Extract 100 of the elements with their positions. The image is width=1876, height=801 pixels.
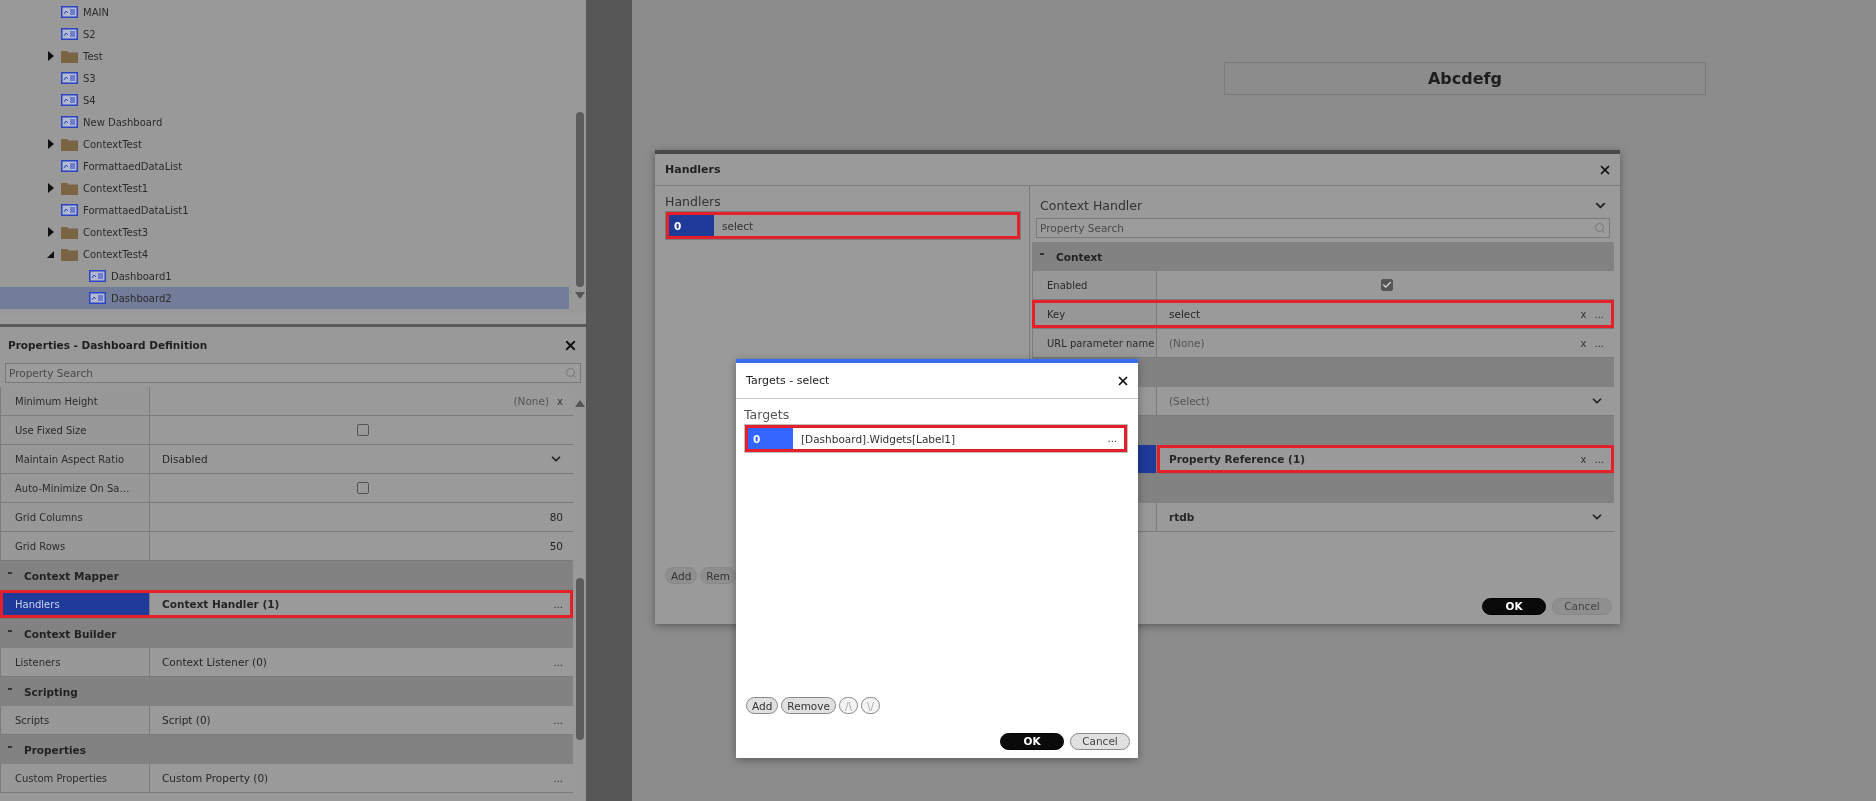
expand-icon[interactable] (46, 227, 56, 237)
tree-item[interactable]: S4 (0, 89, 569, 111)
dashboard-icon (61, 116, 78, 128)
list-button[interactable]: Add (665, 567, 698, 584)
more-button[interactable]: ... (553, 772, 563, 784)
property-label[interactable]: Auto-Minimize On Sa… (0, 474, 150, 502)
section-header[interactable]: Context Mapper (0, 561, 573, 590)
property-label[interactable]: Scripts (0, 706, 150, 734)
ok-button[interactable]: OK (1000, 732, 1064, 750)
search-field[interactable]: Property Search (5, 363, 581, 383)
tree-item[interactable]: FormattaedDataList1 (0, 199, 569, 221)
checkbox[interactable] (356, 424, 369, 436)
dialog-title: Handlers (665, 163, 721, 176)
property-label[interactable]: Grid Columns (0, 503, 150, 531)
tree-item[interactable]: ContextTest3 (0, 221, 569, 243)
collapse-icon[interactable] (46, 249, 56, 259)
dashboard-icon (61, 160, 78, 172)
property-label[interactable]: Grid Rows (0, 532, 150, 560)
tree-item[interactable]: ContextTest4 (0, 243, 569, 265)
expand-icon[interactable] (46, 139, 56, 149)
collapse-icon[interactable] (1040, 252, 1044, 255)
dialog-title: Targets - select (746, 374, 830, 387)
dashboard-icon (61, 204, 78, 216)
folder-icon (61, 247, 78, 261)
collapse-icon[interactable] (8, 687, 12, 690)
dashboard-icon (89, 270, 106, 282)
dashboard-icon (61, 28, 78, 40)
more-button[interactable]: ... (1107, 433, 1117, 444)
property-value: 50 (548, 540, 563, 552)
tree-item[interactable]: Test (0, 45, 569, 67)
more-button[interactable]: ... (1594, 308, 1604, 320)
tree-item[interactable]: S3 (0, 67, 569, 89)
list-title: Handlers (665, 194, 722, 209)
editor-title: Context Handler (1040, 197, 1143, 213)
dashboard-icon (61, 6, 78, 18)
property-value: Custom Property (0) (162, 772, 270, 784)
folder-icon (61, 225, 78, 239)
clear-button[interactable]: x (1580, 337, 1587, 349)
scroll-down-icon[interactable] (574, 290, 585, 297)
property-value: (None) (512, 395, 550, 407)
scrollbar-thumb[interactable] (575, 112, 584, 287)
checkbox[interactable] (356, 482, 369, 494)
more-button[interactable]: ... (1594, 337, 1604, 349)
list-button[interactable]: Remove (781, 697, 836, 714)
property-label[interactable]: Custom Properties (0, 764, 150, 792)
more-button[interactable]: ... (553, 598, 563, 610)
collapse-icon[interactable] (8, 745, 12, 748)
collapse-icon[interactable] (8, 629, 12, 632)
list-item[interactable]: 0 select (665, 211, 1021, 240)
tree-item[interactable]: ContextTest (0, 133, 569, 155)
property-label[interactable]: URL parameter name (1032, 329, 1157, 357)
section-title: Context Mapper (24, 569, 119, 582)
more-button[interactable]: ... (553, 714, 563, 726)
dashboard-icon (61, 94, 78, 106)
clear-button[interactable]: x (557, 395, 563, 407)
item-label: select (721, 219, 755, 232)
tree-item[interactable]: Dashboard2 (0, 287, 569, 309)
section-header[interactable]: Context (1032, 242, 1614, 271)
property-value: (None) (1169, 337, 1206, 349)
property-label[interactable]: Minimum Height (0, 387, 150, 415)
section-title: Context Builder (24, 627, 117, 640)
expand-icon[interactable] (46, 51, 56, 61)
tree-item[interactable]: New Dashboard (0, 111, 569, 133)
section-header[interactable]: Context Builder (0, 619, 573, 648)
tree-item[interactable]: S2 (0, 23, 569, 45)
checkbox[interactable] (1380, 279, 1393, 291)
collapse-icon[interactable] (8, 571, 12, 574)
search-field[interactable]: Property Search (1036, 218, 1610, 238)
clear-button[interactable]: x (1580, 308, 1587, 320)
tree-item[interactable]: ContextTest1 (0, 177, 569, 199)
folder-icon (61, 49, 78, 63)
search-icon (1594, 222, 1606, 234)
list-button[interactable]: Rem (700, 567, 736, 584)
section-header[interactable]: Scripting (0, 677, 573, 706)
property-value: Context Handler (1) (162, 598, 281, 610)
list-button[interactable]: Add (746, 697, 779, 714)
more-button[interactable]: ... (1594, 453, 1604, 465)
property-label[interactable]: Use Fixed Size (0, 416, 150, 444)
tree-item[interactable]: FormattaedDataList (0, 155, 569, 177)
scroll-up-icon[interactable] (574, 398, 585, 405)
section-title: Context (1056, 250, 1103, 263)
property-label[interactable]: Enabled (1032, 271, 1157, 299)
ok-button[interactable]: OK (1482, 597, 1546, 615)
item-label: [Dashboard].Widgets[Label1] (800, 432, 957, 445)
property-value: Script (0) (162, 714, 212, 726)
tree-item[interactable]: MAIN (0, 1, 569, 23)
clear-button[interactable]: x (1580, 453, 1587, 465)
property-label[interactable]: Listeners (0, 648, 150, 676)
property-label[interactable]: Maintain Aspect Ratio (0, 445, 150, 473)
property-value: 80 (548, 511, 563, 523)
tree-item[interactable]: Dashboard1 (0, 265, 569, 287)
section-header[interactable]: Properties (0, 735, 573, 764)
list-item[interactable]: 0 [Dashboard].Widgets[Label1] ... (744, 424, 1128, 453)
folder-icon (61, 181, 78, 195)
expand-icon[interactable] (46, 183, 56, 193)
cancel-button[interactable]: Cancel (1070, 732, 1130, 750)
section-title: Properties (24, 743, 86, 756)
cancel-button[interactable]: Cancel (1552, 597, 1612, 615)
more-button[interactable]: ... (553, 656, 563, 668)
scrollbar-thumb[interactable] (575, 578, 584, 740)
